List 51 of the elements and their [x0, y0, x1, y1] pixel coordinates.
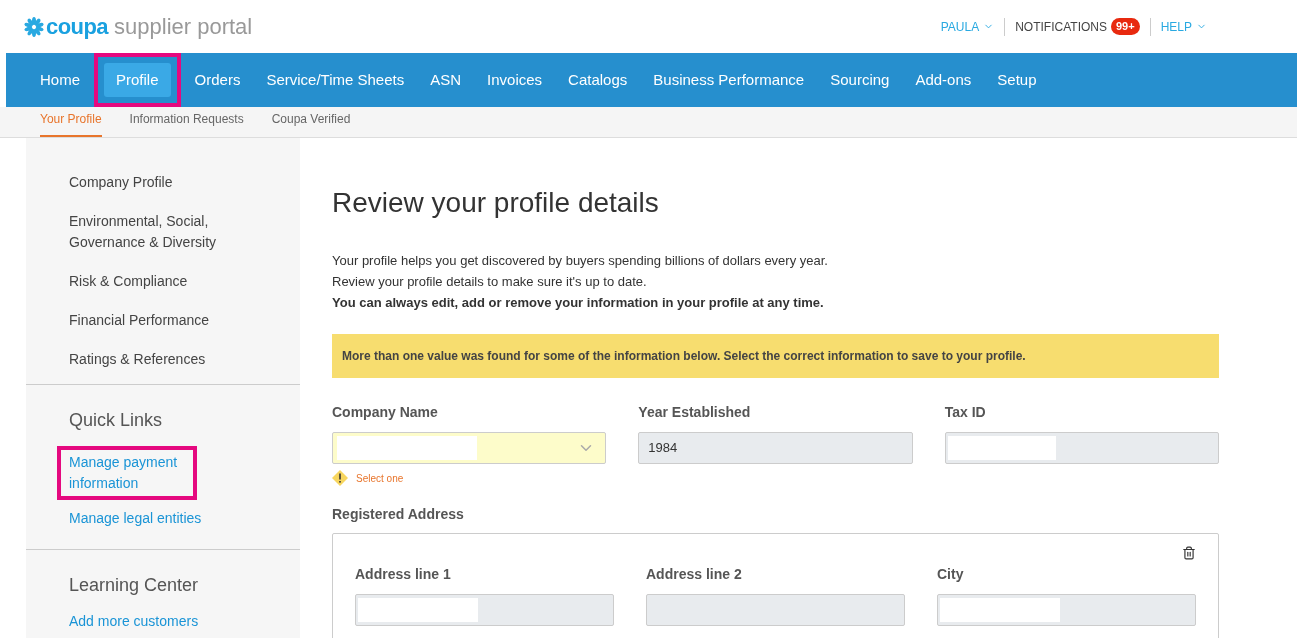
nav-tab[interactable]: Catalogs	[556, 62, 640, 98]
section-title: Registered Address	[332, 505, 465, 524]
nav-tab[interactable]: Profile	[104, 62, 171, 98]
field-label: Tax ID	[944, 403, 987, 422]
sidebar-item[interactable]: Ratings & References	[69, 349, 260, 370]
nav-tab[interactable]: Business Performance	[641, 62, 817, 98]
subnav-tab[interactable]: Information Requests	[129, 110, 244, 137]
menu-link[interactable]: HELP	[1160, 17, 1207, 36]
section-title: Learning Center	[69, 574, 200, 597]
field-label: Address line 2	[646, 565, 743, 584]
text-field[interactable]	[944, 432, 1219, 464]
select-field[interactable]	[332, 432, 607, 464]
nav-tab[interactable]: Add-ons	[903, 62, 984, 98]
text-field[interactable]: 1984	[638, 432, 913, 464]
notification-count: 99+	[1110, 18, 1140, 35]
nav-tab[interactable]: Service/Time Sheets	[254, 62, 417, 98]
intro-text: Your profile helps you get discovered by buyers spending billions of dollars every year.	[332, 252, 829, 270]
logo-icon	[24, 16, 44, 37]
sidebar-item[interactable]: Company Profile	[69, 172, 260, 193]
nav-tab[interactable]: Invoices	[475, 62, 555, 98]
field-label: Year Established	[638, 403, 752, 422]
logo-brand: coupa	[46, 13, 109, 41]
section-title: Quick Links	[69, 409, 164, 432]
field-label: Company Name	[332, 403, 439, 422]
warning-text: Select one	[356, 471, 404, 486]
menu-link[interactable]: PAULA	[940, 17, 995, 36]
intro-bold-text: You can always edit, add or remove your information in your profile at any time.	[332, 294, 825, 312]
warning-banner: More than one value was found for some of the information below. Select the correct information to save to your profile.	[332, 334, 1219, 378]
quick-link[interactable]: Manage payment information	[69, 452, 185, 494]
nav-tab[interactable]: Setup	[985, 62, 1049, 98]
text-field[interactable]	[355, 594, 614, 626]
sidebar-item[interactable]: Risk & Compliance	[69, 271, 260, 292]
sidebar-item[interactable]: Financial Performance	[69, 310, 260, 331]
warning-icon	[332, 470, 348, 486]
field-label: Address line 1	[355, 565, 452, 584]
nav-tab[interactable]: Orders	[182, 62, 253, 98]
subnav-tab[interactable]: Coupa Verified	[271, 110, 351, 137]
notifications-link[interactable]: NOTIFICATIONS	[1015, 17, 1107, 36]
page-title: Review your profile details	[332, 186, 660, 220]
sidebar-item[interactable]: Environmental, Social, Governance & Diversity	[69, 211, 260, 253]
intro-text: Review your profile details to make sure it's up to date.	[332, 273, 648, 291]
nav-tab[interactable]: ASN	[418, 62, 474, 98]
trash-icon[interactable]	[1182, 546, 1196, 560]
logo-product: supplier portal	[114, 13, 253, 41]
field-label: City	[937, 565, 965, 584]
nav-tab[interactable]: Home	[28, 62, 92, 98]
nav-tab[interactable]: Sourcing	[818, 62, 902, 98]
quick-link[interactable]: Manage legal entities	[69, 508, 300, 529]
quick-link[interactable]: Add more customers	[69, 611, 300, 632]
text-field[interactable]	[646, 594, 905, 626]
text-field[interactable]	[937, 594, 1196, 626]
